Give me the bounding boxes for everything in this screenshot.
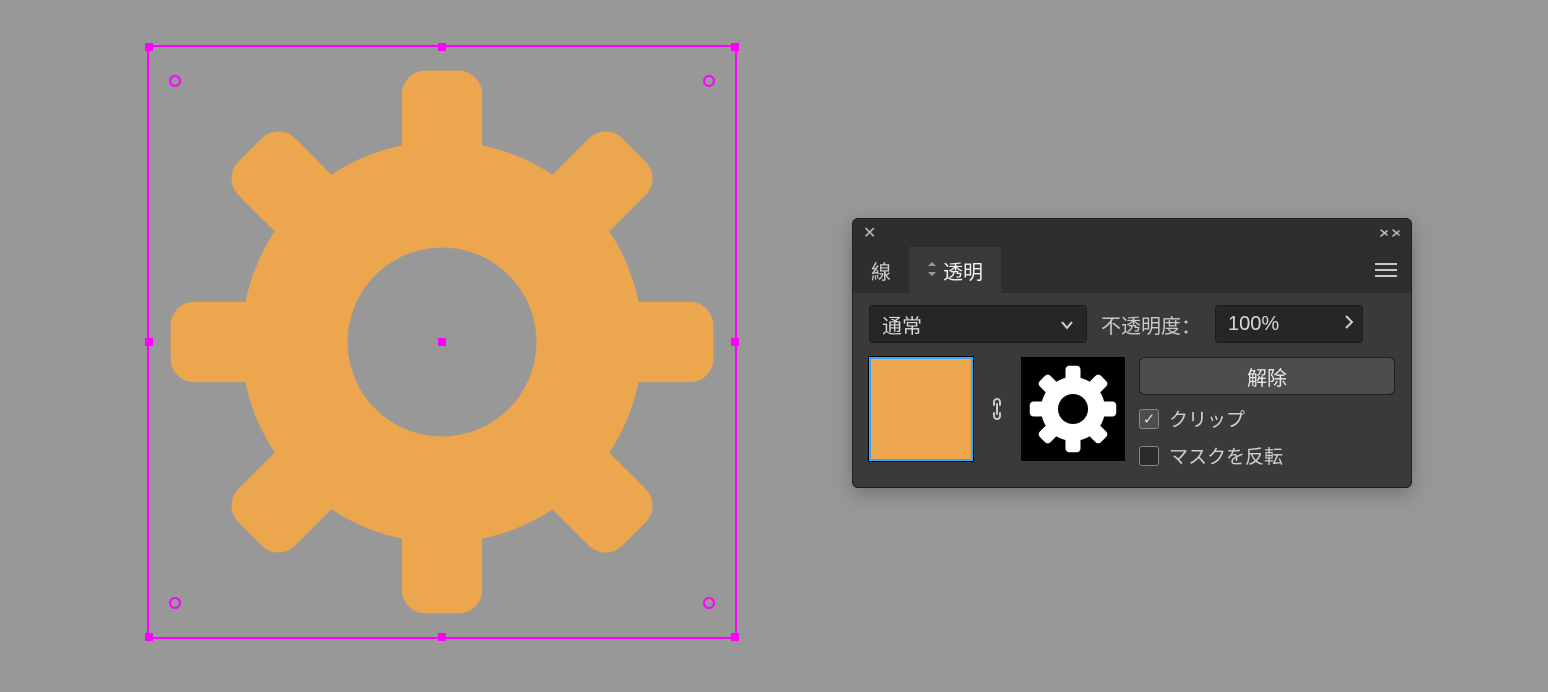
tab-stroke[interactable]: 線 <box>853 247 909 293</box>
mask-thumbnail[interactable] <box>1021 357 1125 461</box>
clip-label: クリップ <box>1169 405 1245 432</box>
panel-titlebar[interactable]: ✕ <box>853 219 1411 247</box>
opacity-label: 不透明度： <box>1101 310 1201 339</box>
opacity-value: 100% <box>1228 313 1279 336</box>
link-icon[interactable] <box>987 392 1007 426</box>
clip-checkbox[interactable]: ✓ <box>1139 409 1159 429</box>
tab-label: 線 <box>871 256 891 285</box>
close-icon[interactable]: ✕ <box>863 223 876 243</box>
chevron-right-icon <box>1344 313 1354 336</box>
transparency-panel: ✕ 線 透明 通常 不透明度： 100% <box>852 218 1412 488</box>
panel-tabs: 線 透明 <box>853 247 1411 293</box>
invert-mask-checkbox[interactable] <box>1139 446 1159 466</box>
chevron-down-icon <box>1060 313 1074 336</box>
tab-label: 透明 <box>943 256 983 285</box>
gear-icon <box>147 45 737 639</box>
collapse-icon[interactable] <box>1379 228 1401 238</box>
invert-mask-label: マスクを反転 <box>1169 442 1283 469</box>
opacity-field[interactable]: 100% <box>1215 305 1363 343</box>
gear-icon <box>1026 362 1120 456</box>
canvas-selected-artwork[interactable] <box>147 45 737 639</box>
blend-mode-select[interactable]: 通常 <box>869 305 1087 343</box>
object-thumbnail[interactable] <box>869 357 973 461</box>
blend-mode-value: 通常 <box>882 310 922 339</box>
release-mask-button[interactable]: 解除 <box>1139 357 1395 395</box>
panel-menu-icon[interactable] <box>1361 247 1411 293</box>
button-label: 解除 <box>1247 362 1287 391</box>
tab-transparency[interactable]: 透明 <box>909 247 1001 293</box>
reorder-icon <box>927 261 937 280</box>
